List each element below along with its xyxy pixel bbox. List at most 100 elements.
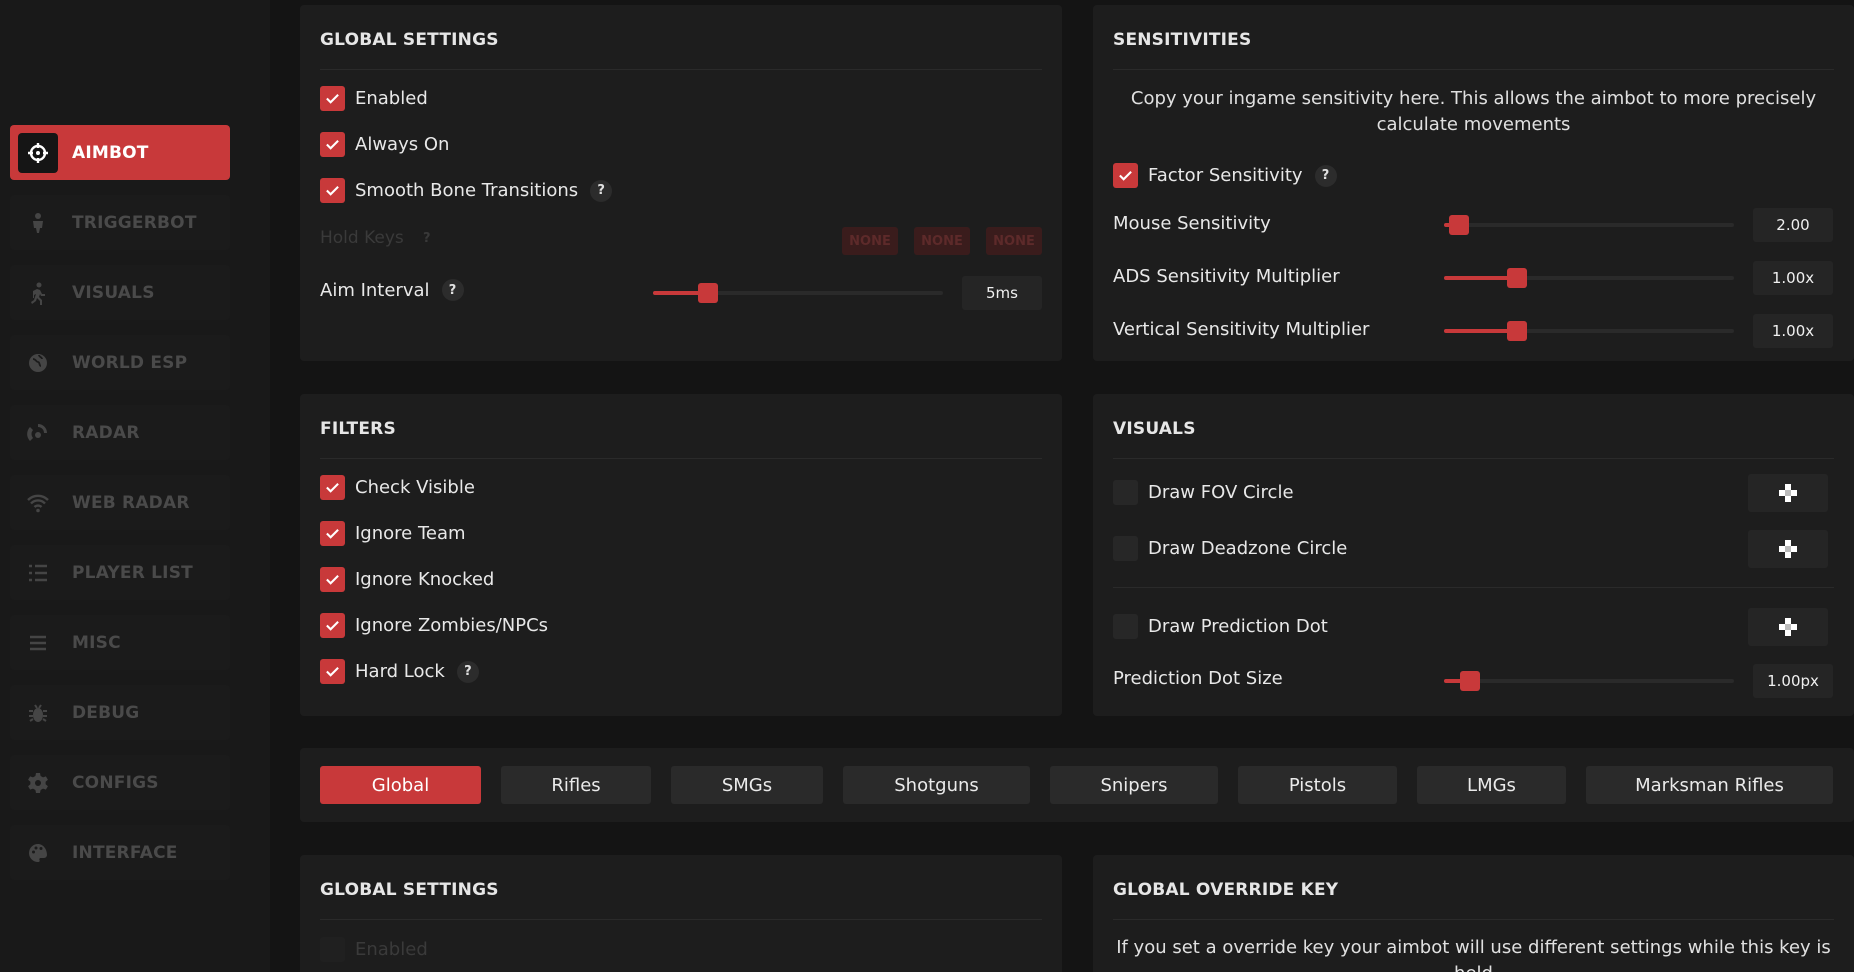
smooth-bone-checkbox[interactable] bbox=[320, 178, 345, 203]
vertical-sensitivity-value[interactable]: 1.00x bbox=[1753, 314, 1833, 348]
help-icon[interactable]: ? bbox=[441, 279, 464, 301]
ignore-zombies-checkbox[interactable] bbox=[320, 613, 345, 638]
divider bbox=[320, 69, 1042, 70]
draw-deadzone-row[interactable]: Draw Deadzone Circle bbox=[1113, 536, 1347, 561]
tab-smgs[interactable]: SMGs bbox=[671, 766, 823, 804]
smooth-bone-checkbox-row[interactable]: Smooth Bone Transitions ? bbox=[320, 178, 613, 203]
sidebar-item-label: VISUALS bbox=[72, 282, 155, 303]
gear-icon bbox=[18, 763, 58, 803]
sidebar-item-configs[interactable]: CONFIGS bbox=[10, 755, 230, 810]
list-icon bbox=[18, 553, 58, 593]
sidebar-item-label: DEBUG bbox=[72, 702, 140, 723]
override-description: If you set a override key your aimbot wi… bbox=[1116, 937, 1831, 972]
slider-thumb[interactable] bbox=[1507, 321, 1527, 341]
ignore-team-row[interactable]: Ignore Team bbox=[320, 521, 466, 546]
hold-keys-row: Hold Keys ? bbox=[320, 227, 438, 249]
checkbox-label: Check Visible bbox=[355, 477, 475, 498]
mouse-sensitivity-slider[interactable] bbox=[1444, 213, 1734, 237]
slider-thumb[interactable] bbox=[1449, 215, 1469, 235]
sidebar-item-radar[interactable]: RADAR bbox=[10, 405, 230, 460]
ignore-knocked-checkbox[interactable] bbox=[320, 567, 345, 592]
prediction-color-picker-button[interactable] bbox=[1748, 608, 1828, 646]
tab-pistols[interactable]: Pistols bbox=[1238, 766, 1397, 804]
draw-prediction-checkbox[interactable] bbox=[1113, 614, 1138, 639]
hard-lock-checkbox[interactable] bbox=[320, 659, 345, 684]
panel-title: GLOBAL SETTINGS bbox=[320, 30, 499, 50]
tab-lmgs[interactable]: LMGs bbox=[1417, 766, 1566, 804]
prediction-dot-size-label: Prediction Dot Size bbox=[1113, 668, 1283, 689]
panel-title: GLOBAL OVERRIDE KEY bbox=[1113, 880, 1339, 900]
draw-prediction-row[interactable]: Draw Prediction Dot bbox=[1113, 614, 1328, 639]
slider-thumb[interactable] bbox=[698, 283, 718, 303]
sidebar-item-label: MISC bbox=[72, 632, 121, 653]
help-icon[interactable]: ? bbox=[416, 227, 438, 249]
sidebar-item-interface[interactable]: INTERFACE bbox=[10, 825, 230, 880]
slider-thumb[interactable] bbox=[1460, 671, 1480, 691]
sidebar-item-world-esp[interactable]: WORLD ESP bbox=[10, 335, 230, 390]
draw-deadzone-checkbox[interactable] bbox=[1113, 536, 1138, 561]
draw-fov-checkbox[interactable] bbox=[1113, 480, 1138, 505]
sidebar-item-triggerbot[interactable]: TRIGGERBOT bbox=[10, 195, 230, 250]
sidebar-item-web-radar[interactable]: WEB RADAR bbox=[10, 475, 230, 530]
wifi-icon bbox=[18, 483, 58, 523]
factor-sensitivity-checkbox[interactable] bbox=[1113, 163, 1138, 188]
fov-color-picker-button[interactable] bbox=[1748, 474, 1828, 512]
always-on-checkbox-row[interactable]: Always On bbox=[320, 132, 449, 157]
checkbox-label: Enabled bbox=[355, 88, 428, 109]
vertical-sensitivity-row: Vertical Sensitivity Multiplier bbox=[1113, 319, 1369, 340]
aim-interval-value[interactable]: 5ms bbox=[962, 276, 1042, 310]
draw-fov-row[interactable]: Draw FOV Circle bbox=[1113, 480, 1294, 505]
prediction-dot-size-slider[interactable] bbox=[1444, 669, 1734, 693]
enabled-checkbox-row[interactable]: Enabled bbox=[320, 86, 428, 111]
hard-lock-row[interactable]: Hard Lock ? bbox=[320, 659, 479, 684]
help-icon[interactable]: ? bbox=[1314, 164, 1337, 187]
visuals-panel: VISUALS Draw FOV Circle Draw Deadzone Ci… bbox=[1093, 394, 1854, 716]
ads-sensitivity-slider[interactable] bbox=[1444, 266, 1734, 290]
sidebar-item-player-list[interactable]: PLAYER LIST bbox=[10, 545, 230, 600]
deadzone-color-picker-button[interactable] bbox=[1748, 530, 1828, 568]
aim-interval-slider[interactable] bbox=[653, 281, 943, 305]
tab-global[interactable]: Global bbox=[320, 766, 481, 804]
hold-keys-label: Hold Keys bbox=[320, 228, 404, 248]
slider-thumb[interactable] bbox=[1507, 268, 1527, 288]
sidebar-item-debug[interactable]: DEBUG bbox=[10, 685, 230, 740]
always-on-checkbox[interactable] bbox=[320, 132, 345, 157]
tab-snipers[interactable]: Snipers bbox=[1050, 766, 1218, 804]
check-visible-checkbox[interactable] bbox=[320, 475, 345, 500]
global-settings-weapon-panel: GLOBAL SETTINGS Enabled bbox=[300, 855, 1062, 972]
tab-rifles[interactable]: Rifles bbox=[501, 766, 651, 804]
weapon-enabled-checkbox[interactable] bbox=[320, 937, 345, 962]
sidebar-item-visuals[interactable]: VISUALS bbox=[10, 265, 230, 320]
factor-sensitivity-row[interactable]: Factor Sensitivity ? bbox=[1113, 163, 1337, 188]
check-visible-row[interactable]: Check Visible bbox=[320, 475, 475, 500]
ads-sensitivity-value[interactable]: 1.00x bbox=[1753, 261, 1833, 295]
prediction-dot-size-value[interactable]: 1.00px bbox=[1753, 664, 1833, 698]
ignore-team-checkbox[interactable] bbox=[320, 521, 345, 546]
sidebar-item-label: TRIGGERBOT bbox=[72, 212, 197, 233]
hold-key-3-button[interactable]: NONE bbox=[986, 227, 1042, 255]
weapon-enabled-row[interactable]: Enabled bbox=[320, 937, 428, 962]
sidebar-item-aimbot[interactable]: AIMBOT bbox=[10, 125, 230, 180]
tab-marksman-rifles[interactable]: Marksman Rifles bbox=[1586, 766, 1833, 804]
sidebar: AIMBOT TRIGGERBOT VISUALS WORLD ESP RADA… bbox=[0, 0, 270, 972]
menu-icon bbox=[18, 623, 58, 663]
help-icon[interactable]: ? bbox=[590, 179, 613, 202]
sidebar-item-label: WORLD ESP bbox=[72, 352, 188, 373]
global-settings-panel: GLOBAL SETTINGS Enabled Always On Smooth… bbox=[300, 5, 1062, 361]
ignore-zombies-row[interactable]: Ignore Zombies/NPCs bbox=[320, 613, 548, 638]
hold-key-1-button[interactable]: NONE bbox=[842, 227, 898, 255]
tab-shotguns[interactable]: Shotguns bbox=[843, 766, 1030, 804]
slider-track bbox=[1444, 679, 1734, 683]
mouse-sensitivity-label: Mouse Sensitivity bbox=[1113, 213, 1271, 234]
mouse-sensitivity-value[interactable]: 2.00 bbox=[1753, 208, 1833, 242]
help-icon[interactable]: ? bbox=[456, 660, 479, 683]
sidebar-item-label: WEB RADAR bbox=[72, 492, 190, 513]
hold-key-2-button[interactable]: NONE bbox=[914, 227, 970, 255]
check-icon bbox=[1119, 171, 1132, 181]
sidebar-item-misc[interactable]: MISC bbox=[10, 615, 230, 670]
override-key-panel: GLOBAL OVERRIDE KEY If you set a overrid… bbox=[1093, 855, 1854, 972]
vertical-sensitivity-slider[interactable] bbox=[1444, 319, 1734, 343]
sensitivities-panel: SENSITIVITIES Copy your ingame sensitivi… bbox=[1093, 5, 1854, 361]
ignore-knocked-row[interactable]: Ignore Knocked bbox=[320, 567, 494, 592]
enabled-checkbox[interactable] bbox=[320, 86, 345, 111]
